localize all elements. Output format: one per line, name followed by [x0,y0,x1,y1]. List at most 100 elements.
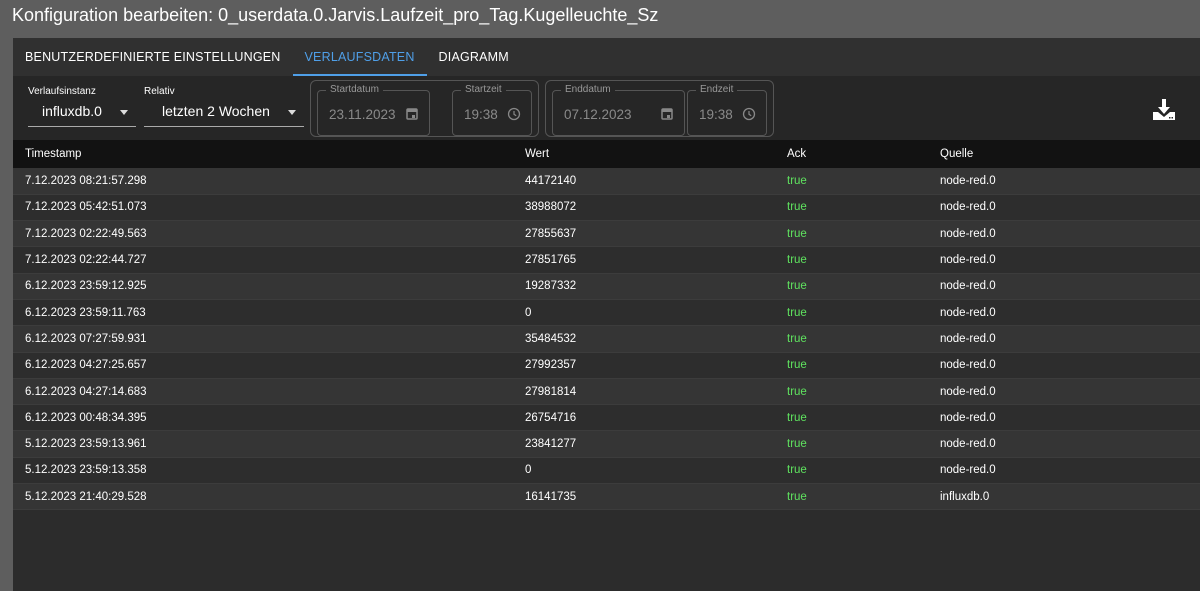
table-row[interactable]: 5.12.2023 21:40:29.528 16141735 true influx… [13,483,1200,511]
instance-select[interactable]: Verlaufsinstanz influxdb.0 [28,86,136,127]
dialog-panel: BENUTZERDEFINIERTE EINSTELLUNGEN VERLAUF… [13,38,1200,591]
header-source[interactable]: Quelle [928,140,1200,168]
header-value[interactable]: Wert [513,140,775,168]
ack-cell: true [775,220,928,248]
calendar-icon[interactable] [405,107,419,121]
timestamp-cell: 6.12.2023 00:48:34.395 [13,404,513,432]
ack-cell: true [775,404,928,432]
source-cell: node-red.0 [928,378,1200,406]
table-row[interactable]: 7.12.2023 02:22:44.727 27851765 true node-r… [13,246,1200,274]
source-cell: node-red.0 [928,168,1200,195]
timestamp-cell: 6.12.2023 23:59:12.925 [13,273,513,300]
value-cell: 0 [513,457,775,485]
timestamp-cell: 6.12.2023 07:27:59.931 [13,325,513,353]
timestamp-cell: 7.12.2023 05:42:51.073 [13,194,513,222]
start-date-value[interactable]: 23.11.2023 [329,107,396,122]
calendar-icon[interactable] [660,107,674,121]
timestamp-cell: 7.12.2023 02:22:44.727 [13,246,513,274]
ack-cell: true [775,194,928,222]
ack-cell: true [775,273,928,300]
value-cell: 23841277 [513,430,775,458]
tab-bar: BENUTZERDEFINIERTE EINSTELLUNGEN VERLAUF… [13,38,1200,76]
timestamp-cell: 5.12.2023 23:59:13.358 [13,457,513,485]
value-cell: 27855637 [513,220,775,248]
ack-cell: true [775,378,928,406]
source-cell: influxdb.0 [928,483,1200,511]
source-cell: node-red.0 [928,273,1200,300]
tab-chart[interactable]: DIAGRAMM [427,38,521,76]
timestamp-cell: 5.12.2023 23:59:13.961 [13,430,513,458]
start-time-field[interactable]: Startzeit 19:38 [452,84,532,136]
source-cell: node-red.0 [928,430,1200,458]
ack-cell: true [775,352,928,379]
table-row[interactable]: 6.12.2023 04:27:25.657 27992357 true node-r… [13,352,1200,379]
header-timestamp[interactable]: Timestamp [13,140,513,168]
table-header-row: Timestamp Wert Ack Quelle [13,140,1200,168]
ack-cell: true [775,246,928,274]
source-cell: node-red.0 [928,299,1200,327]
ack-cell: true [775,168,928,195]
value-cell: 44172140 [513,168,775,195]
timestamp-cell: 5.12.2023 21:40:29.528 [13,483,513,511]
value-cell: 35484532 [513,325,775,353]
timestamp-cell: 6.12.2023 23:59:11.763 [13,299,513,327]
table-row[interactable]: 5.12.2023 23:59:13.358 0 true node-red.0 [13,457,1200,485]
filter-bar: Verlaufsinstanz influxdb.0 Relativ letzt… [13,76,1200,140]
header-ack[interactable]: Ack [775,140,928,168]
table-row[interactable]: 7.12.2023 05:42:51.073 38988072 true node-r… [13,194,1200,222]
source-cell: node-red.0 [928,194,1200,222]
table-row[interactable]: 6.12.2023 23:59:12.925 19287332 true node-r… [13,273,1200,300]
history-table: Timestamp Wert Ack Quelle 7.12.2023 08:2… [13,140,1200,511]
table-row[interactable]: 7.12.2023 02:22:49.563 27855637 true node-r… [13,220,1200,248]
end-date-field[interactable]: Enddatum 07.12.2023 [552,84,685,136]
instance-label: Verlaufsinstanz [28,86,96,97]
source-cell: node-red.0 [928,352,1200,379]
table-row[interactable]: 5.12.2023 23:59:13.961 23841277 true node-r… [13,430,1200,458]
start-date-label: Startdatum [326,84,383,95]
source-cell: node-red.0 [928,457,1200,485]
source-cell: node-red.0 [928,404,1200,432]
download-icon[interactable] [1152,98,1176,122]
value-cell: 16141735 [513,483,775,511]
clock-icon[interactable] [742,107,756,121]
relative-value[interactable]: letzten 2 Wochen [144,103,304,127]
ack-cell: true [775,430,928,458]
table-row[interactable]: 6.12.2023 07:27:59.931 35484532 true node-r… [13,325,1200,353]
value-cell: 0 [513,299,775,327]
start-time-label: Startzeit [461,84,506,95]
timestamp-cell: 6.12.2023 04:27:25.657 [13,352,513,379]
dialog-title: Konfiguration bearbeiten: 0_userdata.0.J… [12,5,659,25]
ack-cell: true [775,325,928,353]
source-cell: node-red.0 [928,220,1200,248]
end-time-label: Endzeit [696,84,738,95]
start-time-value[interactable]: 19:38 [464,107,498,122]
start-date-field[interactable]: Startdatum 23.11.2023 [317,84,430,136]
end-date-value[interactable]: 07.12.2023 [564,107,632,122]
end-time-field[interactable]: Endzeit 19:38 [687,84,767,136]
source-cell: node-red.0 [928,325,1200,353]
value-cell: 27851765 [513,246,775,274]
clock-icon[interactable] [507,107,521,121]
timestamp-cell: 6.12.2023 04:27:14.683 [13,378,513,406]
table-row[interactable]: 6.12.2023 00:48:34.395 26754716 true node-r… [13,404,1200,432]
source-cell: node-red.0 [928,246,1200,274]
tab-custom-settings[interactable]: BENUTZERDEFINIERTE EINSTELLUNGEN [13,38,293,76]
relative-label: Relativ [144,86,175,97]
end-date-label: Enddatum [561,84,615,95]
ack-cell: true [775,299,928,327]
tab-history-data[interactable]: VERLAUFSDATEN [292,38,427,76]
table-row[interactable]: 6.12.2023 04:27:14.683 27981814 true node-r… [13,378,1200,406]
value-cell: 38988072 [513,194,775,222]
table-row[interactable]: 7.12.2023 08:21:57.298 44172140 true node-r… [13,168,1200,195]
value-cell: 27992357 [513,352,775,379]
value-cell: 26754716 [513,404,775,432]
table-row[interactable]: 6.12.2023 23:59:11.763 0 true node-red.0 [13,299,1200,327]
ack-cell: true [775,457,928,485]
ack-cell: true [775,483,928,511]
instance-value[interactable]: influxdb.0 [28,103,136,127]
value-cell: 19287332 [513,273,775,300]
relative-select[interactable]: Relativ letzten 2 Wochen [144,86,304,127]
end-group: Enddatum 07.12.2023 Endzeit 19:38 [545,80,774,137]
end-time-value[interactable]: 19:38 [699,107,733,122]
timestamp-cell: 7.12.2023 08:21:57.298 [13,168,513,195]
